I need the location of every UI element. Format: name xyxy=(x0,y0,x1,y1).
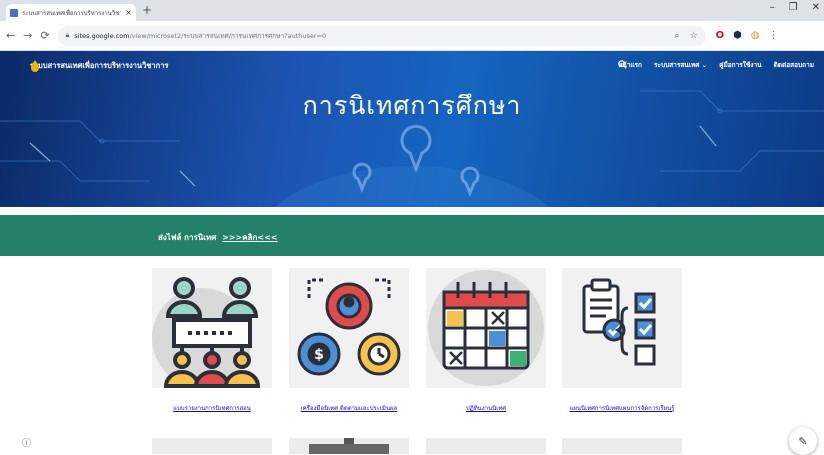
svg-text:$: $ xyxy=(314,347,324,363)
card-caption-supervision-tools[interactable]: เครื่องมือนิเทศ ติดตามและประเมินผล xyxy=(284,403,414,413)
close-window-button[interactable]: ✕ xyxy=(812,2,820,13)
browser-tab-bar: ระบบสารสนเทศเพื่อการบริหารงานวิชาการ × +… xyxy=(0,0,824,21)
maximize-button[interactable]: ❐ xyxy=(789,2,798,13)
nav-buttons: ← → ⟳ xyxy=(6,29,50,42)
back-arrow-icon[interactable]: ← xyxy=(6,29,15,42)
card-teaching-report[interactable] xyxy=(152,268,272,388)
lock-icon: 🔒︎ xyxy=(65,31,70,39)
team-hierarchy-icon xyxy=(152,277,261,388)
card-caption-supervision-calendar[interactable]: ปฏิทินงานนิเทศ xyxy=(421,403,551,413)
card-supervision-calendar[interactable] xyxy=(426,268,546,388)
minimize-button[interactable]: – xyxy=(770,2,775,13)
browser-tab[interactable]: ระบบสารสนเทศเพื่อการบริหารงานวิชาการ × xyxy=(6,4,136,21)
banner-text: ส่งไฟล์ การนิเทศ xyxy=(158,233,217,242)
gears-people-money-time-icon: $ xyxy=(297,278,401,376)
zoom-icon[interactable]: ⌕ xyxy=(675,31,680,41)
window-controls: – ❐ ✕ xyxy=(770,2,820,13)
menu-item-contact[interactable]: ติดต่อสอบถาม xyxy=(774,60,814,70)
url-host: sites.google.com xyxy=(74,31,130,40)
card-caption-teaching-report[interactable]: แบบรายงานการนิเทศการสอน xyxy=(147,403,277,413)
card-partial-1[interactable] xyxy=(152,438,272,454)
card-supervision-tools[interactable]: $ xyxy=(289,268,409,388)
tab-close-icon[interactable]: × xyxy=(125,8,132,17)
card-partial-2[interactable] xyxy=(289,438,409,454)
opera-extension-icon[interactable]: O xyxy=(716,30,725,41)
omnibox-icons: ⌕ ☆ xyxy=(675,31,706,41)
page-title: การนิเทศการศึกษา xyxy=(302,91,522,120)
new-tab-button[interactable]: + xyxy=(142,3,152,17)
reload-icon[interactable]: ⟳ xyxy=(40,29,49,42)
hero-header: ระบบสารสนเทศเพื่อการบริหารงานวิชาการ หน้… xyxy=(0,51,824,207)
menu-item-manual[interactable]: คู่มือการใช้งาน xyxy=(719,60,761,70)
google-sites-favicon-icon xyxy=(10,8,18,17)
extensions: O ⬢ ◍ ⋮ xyxy=(716,30,779,41)
card-partial-4[interactable] xyxy=(562,438,682,454)
more-menu-icon[interactable]: ⋮ xyxy=(769,30,779,41)
info-icon[interactable]: ⓘ xyxy=(22,436,31,449)
upload-banner: ส่งไฟล์ การนิเทศ >>>คลิก<<< xyxy=(0,215,824,256)
search-icon[interactable] xyxy=(618,60,627,69)
calendar-icon xyxy=(428,270,544,386)
extension-dot-icon[interactable]: ⬢ xyxy=(733,30,742,41)
site-nav-menu: หน้าแรก ระบบสารสนเทศ ⌄ คู่มือการใช้งาน ต… xyxy=(618,60,814,70)
url-path: /view/microset2/ระบบสารสนเทศ/การนเทศการศ… xyxy=(129,31,327,40)
banner-click-link[interactable]: >>>คลิก<<< xyxy=(222,233,277,242)
card-lesson-plan-supervision[interactable] xyxy=(562,268,682,388)
address-bar[interactable]: 🔒︎ sites.google.com /view/microset2/ระบบ… xyxy=(57,25,706,46)
browser-toolbar: ← → ⟳ 🔒︎ sites.google.com /view/microset… xyxy=(0,21,824,51)
star-bookmark-icon[interactable]: ☆ xyxy=(690,31,698,41)
banner-label: ส่งไฟล์ การนิเทศ >>>คลิก<<< xyxy=(158,231,277,244)
site-title-text: ระบบสารสนเทศเพื่อการบริหารงานวิชาการ xyxy=(30,61,169,70)
edit-pencil-icon[interactable]: ✎ xyxy=(789,427,817,455)
card-partial-3[interactable] xyxy=(426,438,546,454)
site-title[interactable]: ระบบสารสนเทศเพื่อการบริหารงานวิชาการ xyxy=(30,60,168,72)
tab-title: ระบบสารสนเทศเพื่อการบริหารงานวิชาการ xyxy=(22,9,122,17)
profile-avatar-icon[interactable]: ◍ xyxy=(751,30,760,41)
checklist-icon xyxy=(582,278,656,366)
forward-arrow-icon[interactable]: → xyxy=(23,29,32,42)
menu-item-info-system[interactable]: ระบบสารสนเทศ ⌄ xyxy=(654,60,707,70)
hero-background-graphic xyxy=(0,90,824,207)
card-caption-lesson-plan-supervision[interactable]: แผนนิเทศการนิเทศแผนการจัดการเรียนรู้ xyxy=(557,403,687,413)
flame-logo-icon xyxy=(31,60,39,72)
